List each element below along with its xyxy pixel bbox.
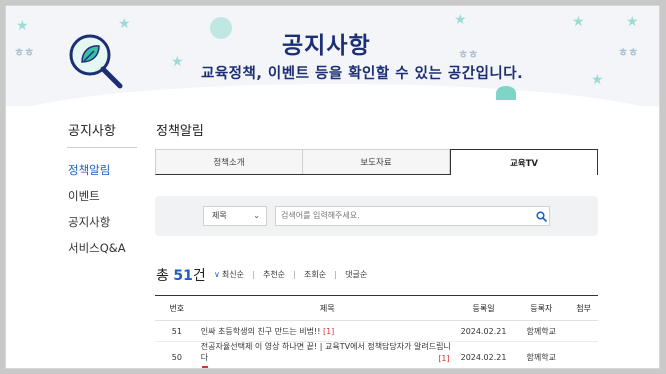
star-decoration: ★ (572, 14, 585, 30)
search-field-select-value: 제목 (212, 211, 227, 220)
sort-caret-icon: ∨ (214, 270, 220, 279)
total-prefix: 총 (156, 268, 169, 284)
magnifier-icon (69, 34, 123, 89)
tab-education-tv[interactable]: 교육TV (450, 149, 598, 175)
row-author: 함께학교 (526, 326, 556, 336)
row-number: 51 (171, 326, 182, 336)
star-decoration: ★ (118, 16, 131, 32)
hero-banner: ★ ★ ★ ★ ★ ★ ★ ㅎㅎ ㅎㅎ ㅎㅎ 공지사항 교육정책, 이벤트 등을… (6, 6, 659, 106)
sidebar-item-notice[interactable]: 공지사항 (68, 214, 110, 230)
hero-subtitle: 교육정책, 이벤트 등을 확인할 수 있는 공간입니다. (201, 66, 524, 82)
row-title-cell: 전공자율선택제 이 영상 하나면 끝! | 교육TV에서 정책담당자가 알려드립… (199, 341, 454, 368)
header-title: 제목 (319, 303, 335, 313)
tab-bar: 정책소개 보도자료 교육TV (155, 149, 598, 175)
header-no: 번호 (169, 303, 185, 313)
sort-comments[interactable]: 댓글순 (345, 269, 367, 280)
row-author: 함께학교 (526, 352, 556, 362)
chevron-down-icon: ⌄ (253, 211, 260, 220)
decoration-glyph: ㅎㅎ (618, 46, 639, 59)
row-date: 2024.02.21 (460, 352, 507, 362)
sidebar-divider (67, 147, 137, 148)
tab-press-release[interactable]: 보도자료 (303, 150, 450, 174)
search-button[interactable] (531, 206, 551, 226)
hero-title: 공지사항 (282, 33, 371, 59)
header-attachment: 첨부 (576, 303, 591, 313)
tab-policy-intro[interactable]: 정책소개 (156, 150, 303, 174)
search-input[interactable]: 검색어를 입력해주세요. (275, 206, 550, 226)
row-title-cell: 인싸 초등학생의 친구 만드는 비법!! [1] (199, 326, 454, 337)
table-header: 번호 제목 등록일 등록자 첨부 (155, 296, 598, 321)
character-illustration (496, 86, 516, 100)
page-frame: ★ ★ ★ ★ ★ ★ ★ ㅎㅎ ㅎㅎ ㅎㅎ 공지사항 교육정책, 이벤트 등을… (5, 5, 660, 369)
total-count: 총 51건 (156, 265, 206, 285)
search-icon (535, 210, 547, 222)
divider (294, 270, 296, 279)
decoration-glyph: ㅎㅎ (14, 46, 35, 59)
total-number: 51 (173, 268, 193, 284)
total-suffix: 건 (192, 268, 206, 284)
star-decoration: ★ (171, 54, 184, 70)
star-decoration: ★ (16, 18, 29, 34)
header-date: 등록일 (472, 303, 495, 313)
header-author: 등록자 (530, 303, 553, 313)
sidebar-item-service-qa[interactable]: 서비스Q&A (68, 240, 126, 256)
table-row[interactable]: 50 전공자율선택제 이 영상 하나면 끝! | 교육TV에서 정책담당자가 알… (155, 341, 598, 368)
sort-options: ∨ 최신순 추천순 조회순 댓글순 (214, 269, 367, 280)
divider (252, 270, 254, 279)
search-field-select[interactable]: 제목 ⌄ (203, 206, 267, 226)
star-decoration: ★ (591, 72, 604, 88)
sidebar-item-event[interactable]: 이벤트 (68, 188, 100, 204)
sort-views[interactable]: 조회순 (304, 269, 326, 280)
row-number: 50 (171, 352, 182, 362)
sidebar-item-policy[interactable]: 정책알림 (68, 162, 110, 178)
star-decoration: ★ (626, 14, 639, 30)
row-title-link[interactable]: 전공자율선택제 이 영상 하나면 끝! | 교육TV에서 정책담당자가 알려드립… (201, 342, 451, 362)
flag-icon (201, 366, 208, 368)
comment-count-badge: [1] (322, 326, 335, 336)
star-decoration: ★ (454, 12, 467, 28)
row-date: 2024.02.21 (460, 326, 507, 336)
decoration-glyph: ㅎㅎ (458, 48, 479, 61)
notice-table: 번호 제목 등록일 등록자 첨부 51 인싸 초등학생의 친구 만드는 비법!!… (155, 295, 598, 368)
page-title: 정책알림 (156, 124, 204, 139)
divider (335, 270, 337, 279)
sidebar-title: 공지사항 (68, 124, 116, 139)
character-illustration (210, 17, 232, 39)
row-title-link[interactable]: 인싸 초등학생의 친구 만드는 비법!! (201, 327, 321, 336)
sort-latest[interactable]: 최신순 (222, 269, 244, 280)
sort-recommended[interactable]: 추천순 (263, 269, 285, 280)
table-row[interactable]: 51 인싸 초등학생의 친구 만드는 비법!! [1] 2024.02.21 함… (155, 321, 598, 342)
comment-count-badge: [1] (438, 353, 450, 363)
search-panel: 제목 ⌄ 검색어를 입력해주세요. (155, 196, 598, 236)
